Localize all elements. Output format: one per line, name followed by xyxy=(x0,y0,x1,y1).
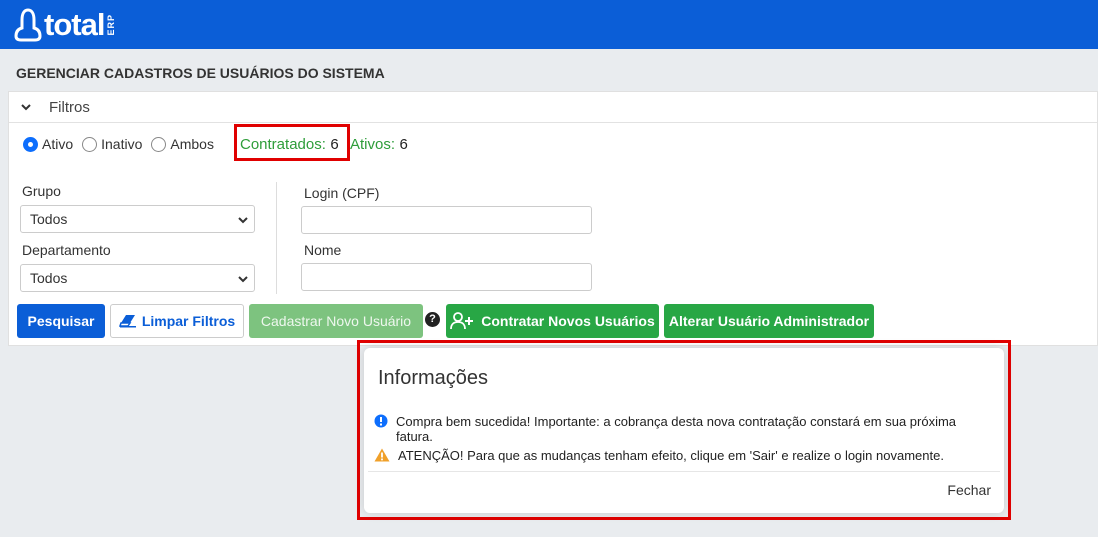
contratados-value: 6 xyxy=(330,136,339,153)
info-circle-icon xyxy=(374,414,388,431)
limpar-filtros-label: Limpar Filtros xyxy=(141,313,236,329)
stat-contratados: Contratados: 6 xyxy=(240,136,339,154)
contratar-label: Contratar Novos Usuários xyxy=(481,313,655,329)
chevron-down-icon xyxy=(238,276,248,283)
user-plus-icon xyxy=(450,312,476,330)
modal-title: Informações xyxy=(378,367,489,389)
fechar-button[interactable]: Fechar xyxy=(947,482,991,498)
chevron-down-icon xyxy=(238,217,248,224)
cadastrar-label: Cadastrar Novo Usuário xyxy=(260,313,412,329)
login-label: Login (CPF) xyxy=(304,185,380,201)
stat-ativos: Ativos: 6 xyxy=(350,136,408,154)
nome-input[interactable] xyxy=(301,263,592,291)
logo-icon xyxy=(14,8,42,42)
radio-ambos[interactable] xyxy=(151,136,167,152)
logo-text: total xyxy=(44,7,105,42)
eraser-icon xyxy=(118,314,137,328)
radio-ativo[interactable] xyxy=(23,136,38,152)
chevron-down-icon xyxy=(21,104,31,111)
radio-ambos-label[interactable]: Ambos xyxy=(170,136,214,152)
filters-label: Filtros xyxy=(49,98,90,116)
logo[interactable]: total ERP xyxy=(14,7,116,43)
info-message-text: Compra bem sucedida! Importante: a cobra… xyxy=(396,414,957,444)
grupo-select-value: Todos xyxy=(30,211,68,227)
alterar-usuario-admin-button[interactable]: Alterar Usuário Administrador xyxy=(664,304,874,338)
radio-inativo-label[interactable]: Inativo xyxy=(101,136,142,152)
help-icon[interactable]: ? xyxy=(425,312,440,327)
filters-toggle[interactable]: Filtros xyxy=(9,92,1097,123)
login-cpf-input[interactable] xyxy=(301,206,592,234)
page-title: GERENCIAR CADASTROS DE USUÁRIOS DO SISTE… xyxy=(16,65,385,81)
warning-message-text: ATENÇÃO! Para que as mudanças tenham efe… xyxy=(398,448,944,463)
pesquisar-label: Pesquisar xyxy=(27,313,95,329)
modal-divider xyxy=(368,471,1000,472)
logo-suffix: ERP xyxy=(106,14,117,36)
ativos-value: 6 xyxy=(399,136,408,153)
contratar-novos-usuarios-button[interactable]: Contratar Novos Usuários xyxy=(446,304,659,338)
pesquisar-button[interactable]: Pesquisar xyxy=(17,304,105,338)
filters-divider xyxy=(276,182,277,294)
radio-inativo[interactable] xyxy=(82,136,98,152)
departamento-select-value: Todos xyxy=(30,270,68,286)
departamento-select[interactable]: Todos xyxy=(20,264,255,292)
warning-triangle-icon xyxy=(374,448,390,465)
radio-ativo-label[interactable]: Ativo xyxy=(42,136,73,152)
info-message: Compra bem sucedida! Importante: a cobra… xyxy=(374,414,994,444)
top-bar: total ERP xyxy=(0,0,1098,49)
alterar-admin-label: Alterar Usuário Administrador xyxy=(668,313,870,329)
info-modal: Informações Compra bem sucedida! Importa… xyxy=(364,348,1004,513)
warning-message: ATENÇÃO! Para que as mudanças tenham efe… xyxy=(374,448,994,463)
limpar-filtros-button[interactable]: Limpar Filtros xyxy=(110,304,244,338)
ativos-label: Ativos: xyxy=(350,136,396,153)
contratados-label: Contratados: xyxy=(240,136,326,153)
departamento-label: Departamento xyxy=(22,242,111,258)
grupo-label: Grupo xyxy=(22,183,61,199)
cadastrar-novo-usuario-button[interactable]: Cadastrar Novo Usuário xyxy=(249,304,423,338)
grupo-select[interactable]: Todos xyxy=(20,205,255,233)
status-radio-group: Ativo Inativo Ambos xyxy=(23,136,223,152)
nome-label: Nome xyxy=(304,242,342,258)
